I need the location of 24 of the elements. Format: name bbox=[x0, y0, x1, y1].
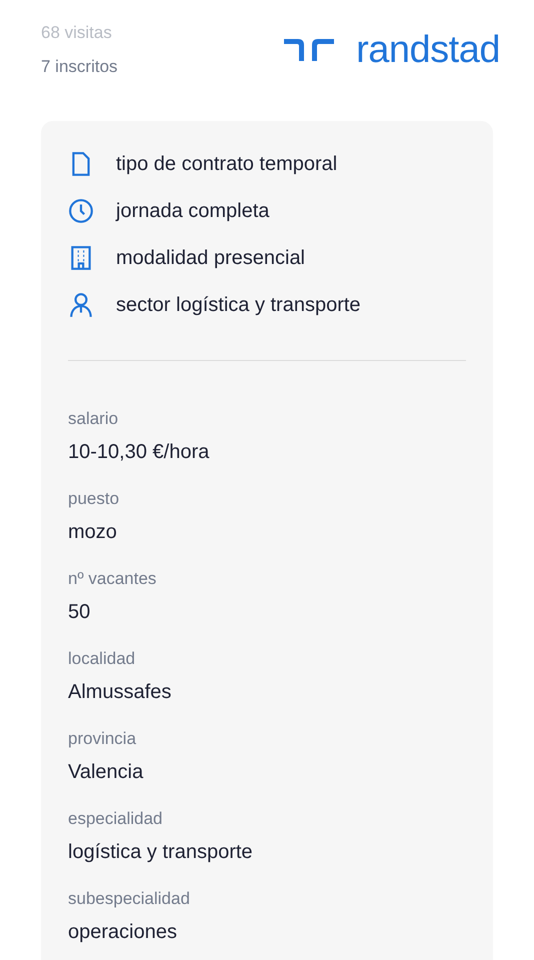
feature-text: jornada completa bbox=[116, 199, 270, 224]
logo-icon bbox=[284, 38, 334, 60]
detail-value: 50 bbox=[68, 600, 92, 625]
detail-value: 10-10,30 €/hora bbox=[68, 440, 210, 465]
person-icon bbox=[68, 292, 94, 318]
detail-label: especialidad bbox=[68, 808, 164, 830]
logo-text: randstad bbox=[356, 30, 500, 68]
applicants-count: 7 inscritos bbox=[41, 56, 118, 78]
detail-value: mozo bbox=[68, 520, 118, 545]
visits-count: 68 visitas bbox=[41, 22, 113, 44]
detail-label: puesto bbox=[68, 488, 120, 510]
detail-value: Valencia bbox=[68, 760, 144, 785]
clock-icon bbox=[68, 198, 94, 224]
feature-text: sector logística y transporte bbox=[116, 293, 361, 318]
detail-value: logística y transporte bbox=[68, 840, 254, 865]
detail-label: salario bbox=[68, 408, 120, 430]
detail-label: nº vacantes bbox=[68, 568, 158, 590]
detail-label: provincia bbox=[68, 728, 138, 750]
feature-text: modalidad presencial bbox=[116, 246, 306, 271]
detail-label: subespecialidad bbox=[68, 888, 191, 910]
detail-label: localidad bbox=[68, 648, 136, 670]
feature-text: tipo de contrato temporal bbox=[116, 152, 338, 177]
detail-value: operaciones bbox=[68, 920, 178, 945]
detail-value: Almussafes bbox=[68, 680, 172, 705]
